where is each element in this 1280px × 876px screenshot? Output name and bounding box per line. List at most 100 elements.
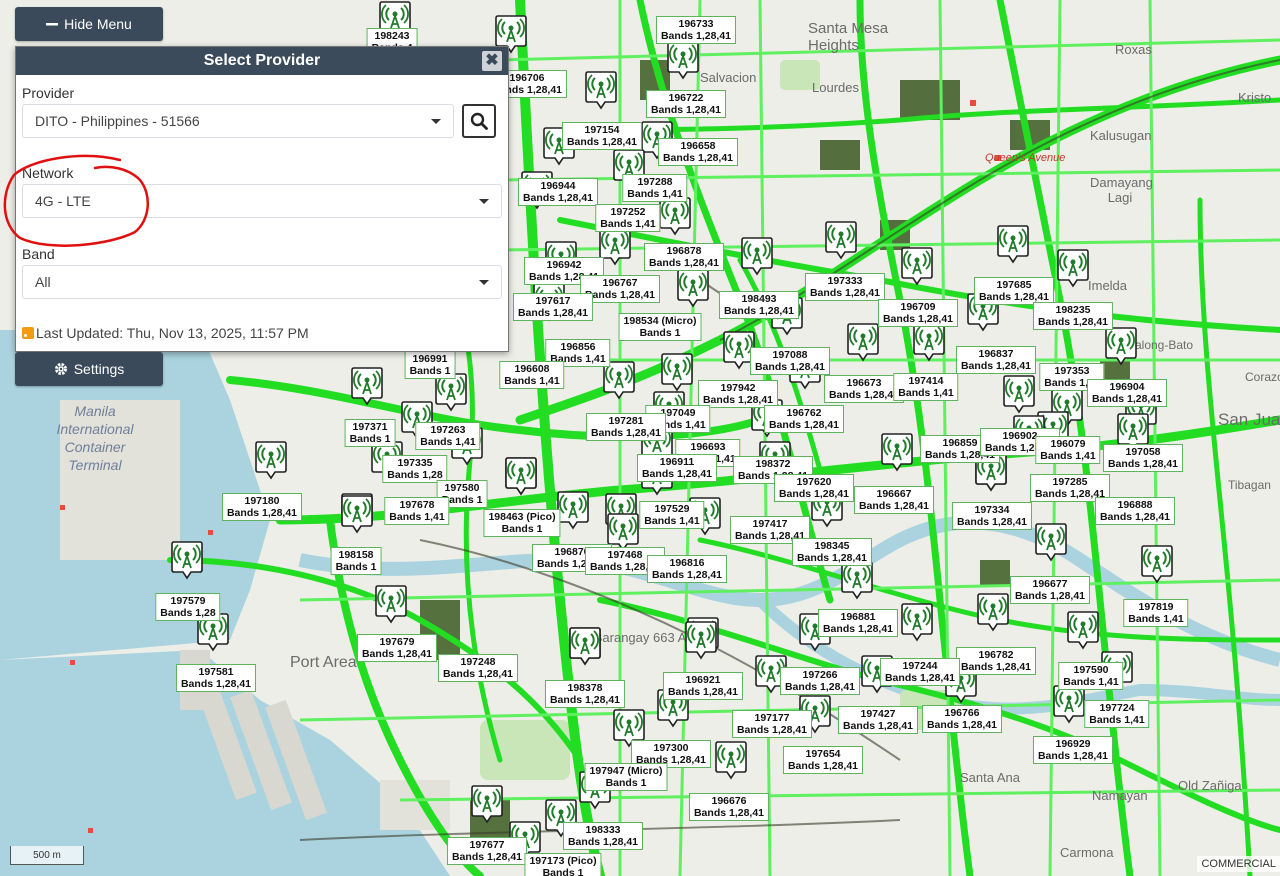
tower-label[interactable]: 197529 Bands 1,41 <box>639 501 705 529</box>
close-icon[interactable]: ✖ <box>482 51 502 71</box>
tower-label[interactable]: 196911 Bands 1,28,41 <box>636 454 718 482</box>
tower-label[interactable]: 197724 Bands 1,41 <box>1084 700 1150 728</box>
tower-label[interactable]: 196881 Bands 1,28,41 <box>817 609 899 637</box>
tower-bands: Bands 1,28,41 <box>693 807 765 819</box>
tower-label[interactable]: 197266 Bands 1,28,41 <box>779 667 861 695</box>
tower-bands: Bands 1,28,41 <box>702 394 774 406</box>
tower-id: 197427 <box>860 708 896 720</box>
tower-bands: Bands 1,28,41 <box>858 500 930 512</box>
tower-label[interactable]: 196676 Bands 1,28,41 <box>688 793 770 821</box>
tower-id: 197300 <box>653 742 689 754</box>
tower-bands: Bands 1,28,41 <box>660 30 732 42</box>
tower-label[interactable]: 198463 (Pico) Bands 1 <box>483 509 561 537</box>
tower-label[interactable]: 197281 Bands 1,28,41 <box>585 413 667 441</box>
tower-bands: Bands 1,28,41 <box>956 516 1028 528</box>
tower-label[interactable]: 197678 Bands 1,41 <box>384 497 450 525</box>
tower-label[interactable]: 197654 Bands 1,28,41 <box>782 746 864 774</box>
tower-id: 197724 <box>1099 702 1135 714</box>
tower-label[interactable]: 196921 Bands 1,28,41 <box>662 672 744 700</box>
hide-menu-button[interactable]: Hide Menu <box>15 7 163 41</box>
tower-label[interactable]: 196991 Bands 1 <box>404 351 456 379</box>
tower-label[interactable]: 197819 Bands 1,41 <box>1123 599 1189 627</box>
tower-label[interactable]: 197427 Bands 1,28,41 <box>837 706 919 734</box>
tower-label[interactable]: 196782 Bands 1,28,41 <box>955 647 1037 675</box>
tower-label[interactable]: 196904 Bands 1,28,41 <box>1086 379 1168 407</box>
tower-bands: Bands 1,28,41 <box>517 307 589 319</box>
tower-label[interactable]: 197414 Bands 1,41 <box>893 373 959 401</box>
tower-id: 198463 (Pico) <box>488 511 556 523</box>
band-select[interactable]: All <box>22 265 502 299</box>
tower-id: 196762 <box>786 407 822 419</box>
tower-id: 197580 <box>444 482 480 494</box>
tower-label[interactable]: 197371 Bands 1 <box>344 419 396 447</box>
tower-label[interactable]: 198378 Bands 1,28,41 <box>544 680 626 708</box>
tower-label[interactable]: 196929 Bands 1,28,41 <box>1032 736 1114 764</box>
tower-label[interactable]: 197252 Bands 1,41 <box>595 204 661 232</box>
tower-label[interactable]: 197947 (Micro) Bands 1 <box>584 763 668 791</box>
tower-label[interactable]: 196722 Bands 1,28,41 <box>645 90 727 118</box>
tower-label[interactable]: 196709 Bands 1,28,41 <box>877 299 959 327</box>
tower-label[interactable]: 197679 Bands 1,28,41 <box>356 634 438 662</box>
tower-label[interactable]: 197244 Bands 1,28,41 <box>879 658 961 686</box>
tower-label[interactable]: 196677 Bands 1,28,41 <box>1009 576 1091 604</box>
tower-label[interactable]: 198158 Bands 1 <box>330 547 382 575</box>
scale-label: 500 m <box>33 850 61 861</box>
tower-label[interactable]: 197058 Bands 1,28,41 <box>1102 444 1184 472</box>
tower-bands: Bands 1,28,41 <box>960 661 1032 673</box>
tower-label[interactable]: 196837 Bands 1,28,41 <box>955 346 1037 374</box>
tower-label[interactable]: 196888 Bands 1,28,41 <box>1094 497 1176 525</box>
tower-id: 196856 <box>560 341 596 353</box>
tower-bands: Bands 1,28,41 <box>736 724 808 736</box>
tower-label[interactable]: 197685 Bands 1,28,41 <box>973 277 1055 305</box>
tower-bands: Bands 1,41 <box>389 511 445 523</box>
tower-label[interactable]: 196766 Bands 1,28,41 <box>921 705 1003 733</box>
tower-label[interactable]: 198345 Bands 1,28,41 <box>791 538 873 566</box>
tower-label[interactable]: 196944 Bands 1,28,41 <box>517 178 599 206</box>
tower-label[interactable]: 198235 Bands 1,28,41 <box>1032 302 1114 330</box>
attribution: COMMERCIAL <box>1197 856 1280 872</box>
tower-label[interactable]: 197620 Bands 1,28,41 <box>773 474 855 502</box>
tower-bands: Bands 1,28,41 <box>662 152 734 164</box>
tower-bands: Bands 1 <box>605 777 647 789</box>
tower-label[interactable]: 196673 Bands 1,28,41 <box>823 375 905 403</box>
tower-bands: Bands 1,28,41 <box>723 305 795 317</box>
tower-label[interactable]: 197581 Bands 1,28,41 <box>175 664 257 692</box>
tower-label[interactable]: 197617 Bands 1,28,41 <box>512 293 594 321</box>
tower-bands: Bands 1,28,41 <box>842 720 914 732</box>
tower-label[interactable]: 197177 Bands 1,28,41 <box>731 710 813 738</box>
network-select[interactable]: 4G - LTE <box>22 184 502 218</box>
tower-label[interactable]: 198333 Bands 1,28,41 <box>562 822 644 850</box>
tower-bands: Bands 1,28 <box>160 607 216 619</box>
settings-button[interactable]: Settings <box>15 352 163 386</box>
tower-id: 196942 <box>546 259 582 271</box>
tower-label[interactable]: 196608 Bands 1,41 <box>499 361 565 389</box>
tower-label[interactable]: 197579 Bands 1,28 <box>155 593 221 621</box>
tower-label[interactable]: 197180 Bands 1,28,41 <box>221 493 303 521</box>
tower-label[interactable]: 197263 Bands 1,41 <box>415 422 481 450</box>
tower-label[interactable]: 197942 Bands 1,28,41 <box>697 380 779 408</box>
tower-label[interactable]: 197334 Bands 1,28,41 <box>951 502 1033 530</box>
tower-label[interactable]: 197248 Bands 1,28,41 <box>437 654 519 682</box>
tower-label[interactable]: 197288 Bands 1,41 <box>622 174 688 202</box>
last-updated: Last Updated: Thu, Nov 13, 2025, 11:57 P… <box>22 325 309 341</box>
tower-label[interactable]: 197173 (Pico) Bands 1 <box>524 853 602 876</box>
tower-label[interactable]: 196878 Bands 1,28,41 <box>643 243 725 271</box>
provider-select[interactable]: DITO - Philippines - 51566 <box>22 104 454 138</box>
tower-label[interactable]: 196079 Bands 1,41 <box>1035 436 1101 464</box>
tower-label[interactable]: 196733 Bands 1,28,41 <box>655 16 737 44</box>
search-button[interactable] <box>462 104 496 138</box>
tower-label[interactable]: 198493 Bands 1,28,41 <box>718 291 800 319</box>
tower-label[interactable]: 196762 Bands 1,28,41 <box>763 405 845 433</box>
tower-label[interactable]: 196667 Bands 1,28,41 <box>853 486 935 514</box>
tower-label[interactable]: 196816 Bands 1,28,41 <box>646 555 728 583</box>
tower-label[interactable]: 198534 (Micro) Bands 1 <box>618 313 702 341</box>
tower-label[interactable]: 196658 Bands 1,28,41 <box>657 138 739 166</box>
tower-label[interactable]: 197333 Bands 1,28,41 <box>804 273 886 301</box>
rss-icon[interactable] <box>22 327 34 339</box>
tower-label[interactable]: 197677 Bands 1,28,41 <box>446 837 528 865</box>
tower-id: 196766 <box>944 707 980 719</box>
tower-label[interactable]: 197590 Bands 1,41 <box>1058 662 1124 690</box>
tower-label[interactable]: 197335 Bands 1,28 <box>382 455 448 483</box>
tower-label[interactable]: 197088 Bands 1,28,41 <box>749 347 831 375</box>
tower-label[interactable]: 197154 Bands 1,28,41 <box>561 122 643 150</box>
